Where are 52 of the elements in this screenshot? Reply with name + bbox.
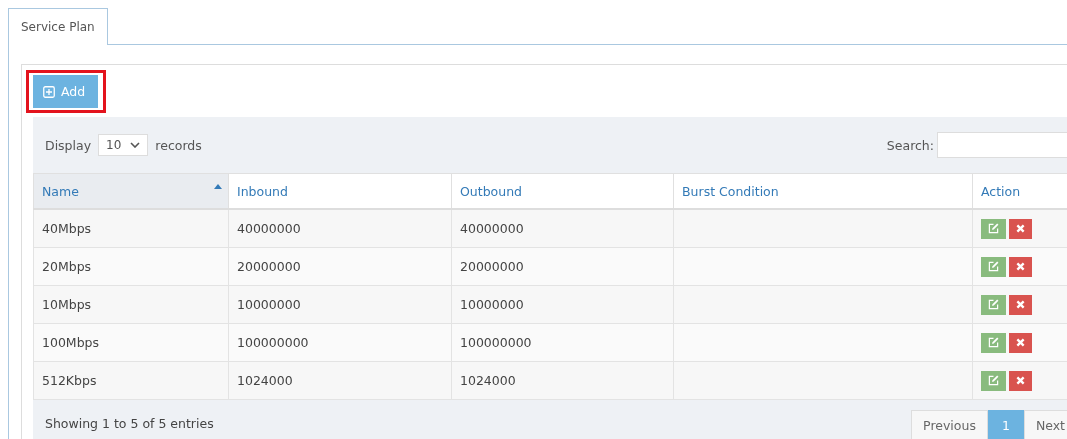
column-header[interactable]: Burst Condition: [673, 173, 973, 209]
edit-button[interactable]: [981, 332, 1006, 353]
edit-icon: [988, 223, 999, 234]
table-cell: 20Mbps: [33, 247, 229, 286]
search-field[interactable]: [937, 132, 1067, 158]
table-cell: 512Kbps: [33, 361, 229, 400]
delete-button[interactable]: [1009, 218, 1032, 239]
sort-up-icon: [214, 184, 222, 189]
table-cell: 10000000: [451, 285, 674, 324]
edit-icon: [988, 261, 999, 272]
delete-button[interactable]: [1009, 332, 1032, 353]
previous-button[interactable]: Previous: [911, 410, 988, 439]
table-cell: 100000000: [228, 323, 452, 362]
entries-info: Showing 1 to 5 of 5 entries: [45, 415, 214, 431]
table-cell: 10000000: [228, 285, 452, 324]
records-label: records: [155, 137, 202, 153]
search-label: Search:: [886, 137, 934, 153]
close-icon: [1016, 376, 1025, 385]
edit-icon: [988, 299, 999, 310]
column-header[interactable]: Name: [33, 173, 229, 209]
column-header[interactable]: Outbound: [451, 173, 674, 209]
edit-button[interactable]: [981, 294, 1006, 315]
table-cell: 1024000: [451, 361, 674, 400]
column-header[interactable]: Inbound: [228, 173, 452, 209]
delete-button[interactable]: [1009, 294, 1032, 315]
plus-square-icon: [43, 85, 55, 98]
records-dropdown[interactable]: 10: [98, 134, 149, 156]
close-icon: [1016, 300, 1025, 309]
column-header[interactable]: Action: [972, 173, 1067, 209]
table-cell: 40000000: [451, 209, 674, 248]
display-label: Display: [45, 137, 92, 153]
next-button[interactable]: Next: [1023, 410, 1067, 439]
table-cell: 1024000: [228, 361, 452, 400]
edit-button[interactable]: [981, 370, 1006, 391]
table-cell: 100Mbps: [33, 323, 229, 362]
edit-button[interactable]: [981, 218, 1006, 239]
table-cell: 100000000: [451, 323, 674, 362]
edit-button[interactable]: [981, 256, 1006, 277]
table-cell: 20000000: [451, 247, 674, 286]
delete-button[interactable]: [1009, 256, 1032, 277]
chevron-down-icon: [130, 142, 141, 148]
delete-button[interactable]: [1009, 370, 1032, 391]
table-cell: 20000000: [228, 247, 452, 286]
close-icon: [1016, 338, 1025, 347]
close-icon: [1016, 262, 1025, 271]
table-cell: 10Mbps: [33, 285, 229, 324]
tab[interactable]: Service Plan: [8, 8, 108, 45]
table-cell: 40Mbps: [33, 209, 229, 248]
edit-icon: [988, 375, 999, 386]
close-icon: [1016, 224, 1025, 233]
edit-icon: [988, 337, 999, 348]
table-cell: 40000000: [228, 209, 452, 248]
